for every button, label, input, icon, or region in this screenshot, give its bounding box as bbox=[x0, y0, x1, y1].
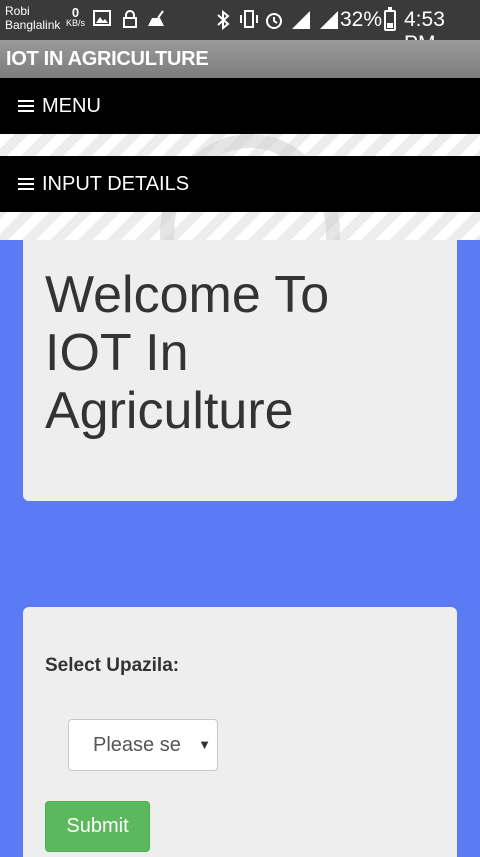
signal-icon bbox=[318, 10, 338, 30]
carrier-line-2: Banglalink bbox=[5, 18, 61, 32]
input-details-button[interactable]: INPUT DETAILS bbox=[0, 156, 480, 212]
upazila-select-value: Please select bbox=[93, 734, 181, 756]
upazila-select[interactable]: Please select ▼ bbox=[68, 719, 218, 771]
bluetooth-icon bbox=[213, 9, 233, 31]
dropdown-arrow-icon: ▼ bbox=[198, 737, 211, 752]
carrier-info: Robi Banglalink bbox=[5, 4, 60, 32]
net-speed: 0 KB/s bbox=[66, 5, 86, 28]
app-title: IOT IN AGRICULTURE bbox=[6, 48, 209, 70]
upazila-form-card: Select Upazila: Please select ▼ Submit bbox=[23, 607, 457, 857]
status-bar: Robi Banglalink 0 KB/s 32% 4:53 PM bbox=[0, 0, 480, 55]
input-details-label: INPUT DETAILS bbox=[42, 172, 190, 195]
net-speed-unit: KB/s bbox=[66, 18, 86, 28]
welcome-card: Welcome To IOT In Agriculture bbox=[23, 240, 457, 501]
net-speed-value: 0 bbox=[71, 5, 80, 20]
submit-button[interactable]: Submit bbox=[45, 801, 150, 852]
signal-icon bbox=[290, 10, 310, 30]
image-icon bbox=[92, 10, 112, 30]
app-bar: IOT IN AGRICULTURE bbox=[0, 40, 480, 78]
welcome-title: Welcome To IOT In Agriculture bbox=[45, 266, 330, 440]
battery-icon bbox=[384, 7, 396, 31]
alarm-icon bbox=[264, 10, 284, 30]
lock-icon bbox=[120, 10, 140, 30]
hamburger-icon bbox=[18, 100, 34, 112]
vibrate-icon bbox=[238, 10, 258, 30]
battery-percent: 32% bbox=[340, 8, 383, 31]
menu-label: MENU bbox=[42, 94, 101, 117]
hamburger-icon bbox=[18, 178, 34, 190]
cleaner-icon bbox=[146, 10, 166, 30]
menu-button[interactable]: MENU bbox=[0, 78, 480, 134]
select-upazila-label: Select Upazila: bbox=[45, 655, 180, 676]
carrier-line-1: Robi bbox=[5, 4, 30, 18]
web-page[interactable]: MENU INPUT DETAILS Welcome To IOT In Agr… bbox=[0, 78, 480, 857]
